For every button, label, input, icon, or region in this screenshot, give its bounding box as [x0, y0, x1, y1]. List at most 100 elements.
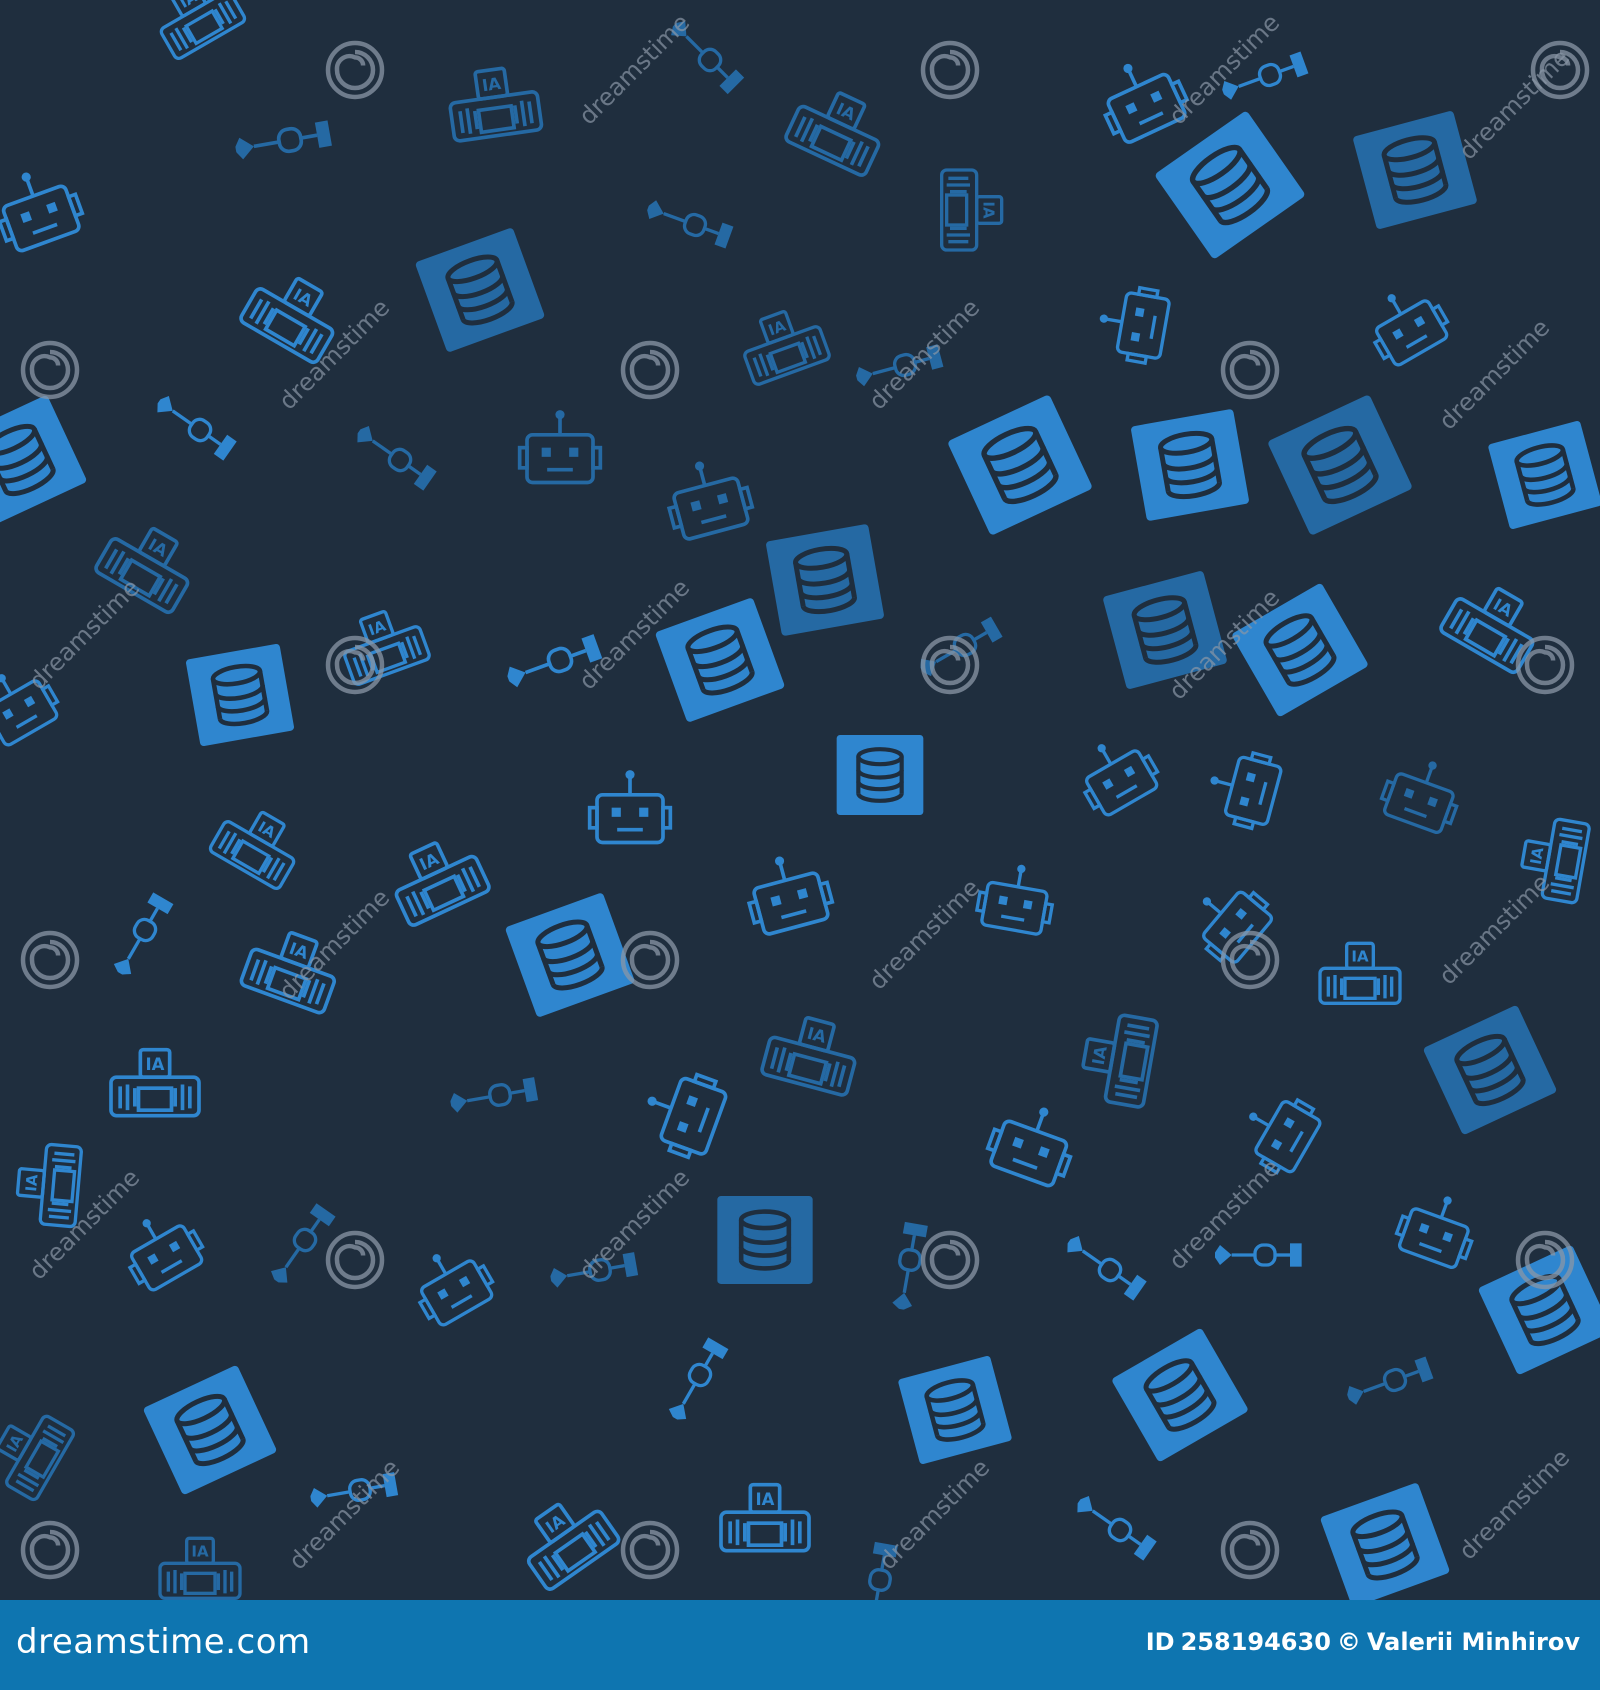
database-server-icon: [1130, 409, 1249, 522]
spiral-logo-icon: [623, 1523, 677, 1577]
database-server-icon: [765, 524, 884, 637]
database-server-icon: [185, 643, 294, 746]
ia-chip-device-icon: [759, 1007, 865, 1099]
spiral-logo-icon: [23, 933, 77, 987]
robot-head-icon: [1229, 1081, 1327, 1181]
id-label: ID: [1145, 1628, 1175, 1656]
spiral-logo-icon: [1223, 933, 1277, 987]
robot-head-icon: [517, 408, 603, 485]
ia-chip-device-icon: [0, 1400, 77, 1503]
image-id-credit: ID 258194630 © Valerii Minhirov: [1140, 1628, 1580, 1656]
algorithm-flow-icon: [229, 118, 334, 165]
watermark-text: dreamstime: [273, 293, 395, 415]
robot-head-icon: [632, 1059, 732, 1165]
database-server-icon: [505, 892, 636, 1018]
algorithm-flow-icon: [149, 389, 239, 463]
pattern-canvas: IA dreamstimedreamstimedreamstimedreamst…: [0, 0, 1600, 1600]
stock-footer-bar: dreamstime.com ID 258194630 © Valerii Minhi…: [0, 1600, 1600, 1690]
spiral-logo-icon: [923, 638, 977, 692]
algorithm-flow-icon: [1069, 1489, 1159, 1563]
robot-head-icon: [1390, 1182, 1486, 1273]
watermark-text: dreamstime: [1163, 8, 1285, 130]
ia-chip-device-icon: [1318, 941, 1402, 1005]
site-logo-text[interactable]: dreamstime.com: [16, 1622, 311, 1662]
ia-chip-device-icon: [109, 1047, 201, 1118]
watermark-text: dreamstime: [863, 873, 985, 995]
database-server-icon: [1488, 420, 1600, 530]
spiral-logo-icon: [623, 343, 677, 397]
robot-head-icon: [657, 449, 758, 544]
database-server-icon: [415, 227, 546, 353]
database-server-icon: [1423, 1005, 1558, 1136]
robot-head-icon: [737, 844, 838, 939]
robot-head-icon: [980, 1092, 1086, 1192]
algorithm-flow-icon: [1340, 1354, 1436, 1411]
ia-chip-device-icon: [13, 1140, 84, 1229]
author-name[interactable]: Valerii Minhirov: [1367, 1628, 1580, 1656]
watermark-text: dreamstime: [1433, 868, 1555, 990]
robot-head-icon: [1356, 274, 1456, 372]
algorithm-flow-icon: [349, 419, 439, 493]
ia-chip-device-icon: [381, 828, 493, 929]
algorithm-flow-icon: [264, 1201, 338, 1291]
algorithm-flow-icon: [662, 1335, 731, 1428]
algorithm-flow-icon: [640, 194, 736, 251]
database-server-icon: [1320, 1482, 1451, 1600]
ia-chip-device-icon: [1075, 1007, 1160, 1110]
database-server-icon: [717, 1196, 812, 1284]
ia-chip-device-icon: [782, 78, 894, 179]
database-server-icon: [898, 1355, 1013, 1465]
watermark-text: dreamstime: [1433, 313, 1555, 435]
watermark-text: dreamstime: [283, 1453, 405, 1575]
algorithm-flow-icon: [1215, 1241, 1304, 1269]
database-server-icon: [837, 735, 924, 815]
database-server-icon: [1267, 394, 1413, 536]
seamless-icon-pattern: IA dreamstimedreamstimedreamstimedreamst…: [0, 0, 1600, 1600]
ia-chip-device-icon: [443, 62, 544, 144]
ia-chip-device-icon: [145, 0, 248, 62]
robot-head-icon: [0, 157, 90, 257]
spiral-logo-icon: [923, 1233, 977, 1287]
icon-layer: [0, 0, 1600, 1600]
ia-chip-device-icon: [158, 1536, 242, 1600]
database-server-icon: [0, 395, 87, 526]
database-server-icon: [1478, 1245, 1600, 1376]
robot-head-icon: [1199, 742, 1286, 834]
robot-head-icon: [1178, 868, 1280, 971]
robot-head-icon: [1375, 747, 1471, 838]
id-number: 258194630: [1180, 1628, 1331, 1656]
robot-head-icon: [972, 856, 1060, 938]
robot-head-icon: [1066, 724, 1166, 822]
watermark-text: dreamstime: [873, 1453, 995, 1575]
robot-head-icon: [587, 768, 673, 845]
robot-head-icon: [111, 1199, 211, 1297]
robot-head-icon: [401, 1234, 501, 1332]
spiral-logo-icon: [328, 1233, 382, 1287]
algorithm-flow-icon: [445, 1075, 540, 1118]
database-server-icon: [655, 597, 786, 723]
watermark-text: dreamstime: [863, 293, 985, 415]
spiral-logo-icon: [23, 1523, 77, 1577]
spiral-logo-icon: [23, 343, 77, 397]
watermark-layer: dreamstime dreamstime dreamstime dreamstime…: [23, 8, 1587, 1577]
database-server-icon: [1111, 1327, 1249, 1462]
database-server-icon: [143, 1365, 278, 1496]
database-server-icon: [947, 394, 1093, 536]
robot-head-icon: [1091, 280, 1173, 368]
ia-chip-device-icon: [719, 1482, 811, 1553]
watermark-text: dreamstime: [573, 8, 695, 130]
watermark-text: dreamstime: [1453, 1443, 1575, 1565]
ia-chip-device-icon: [508, 1484, 623, 1594]
ia-chip-device-icon: [1437, 571, 1551, 677]
watermark-text: dreamstime: [23, 573, 145, 695]
spiral-logo-icon: [1223, 1523, 1277, 1577]
spiral-logo-icon: [623, 933, 677, 987]
spiral-logo-icon: [1223, 343, 1277, 397]
spiral-logo-icon: [328, 43, 382, 97]
ia-chip-device-icon: [733, 300, 833, 388]
algorithm-flow-icon: [1059, 1229, 1149, 1303]
ia-chip-device-icon: [940, 168, 1004, 252]
spiral-logo-icon: [923, 43, 977, 97]
ia-chip-device-icon: [207, 796, 310, 892]
watermark-text: dreamstime: [1453, 43, 1575, 165]
